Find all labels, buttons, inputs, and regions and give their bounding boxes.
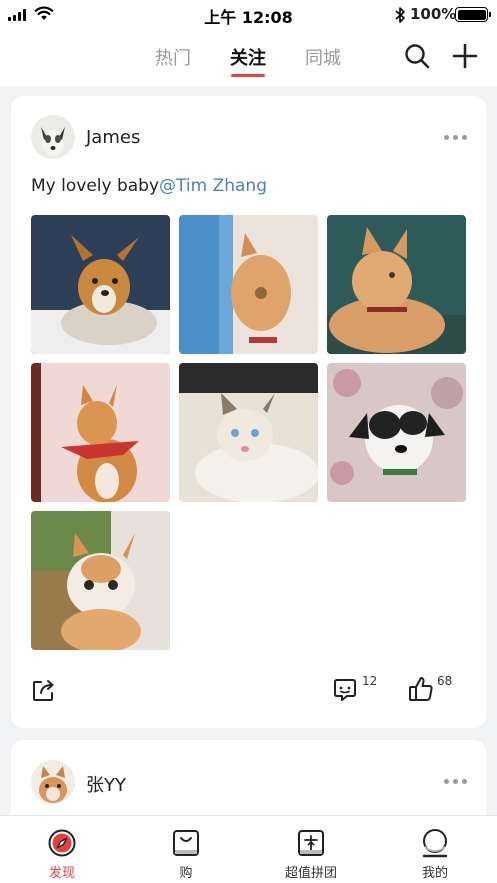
avatar[interactable] [31,115,75,159]
post-author-name[interactable]: James [86,127,140,148]
photo-cat-siamese[interactable] [179,363,318,502]
photo-dog-puppy[interactable] [31,215,170,354]
like-count: 68 [437,674,453,688]
tab-profile[interactable]: 我的 [373,816,497,883]
shopping-bag-icon [173,830,199,856]
more-icon[interactable] [444,135,467,140]
photo-cat-kitten-looking-up[interactable] [31,511,170,650]
tab-discover[interactable]: 发现 [0,816,124,883]
like-icon[interactable] [407,675,435,703]
comment-count: 12 [362,674,378,688]
tab-label: 超值拼团 [284,866,337,881]
comment-icon[interactable] [331,676,359,704]
search-icon[interactable] [403,42,431,70]
post-author-name[interactable]: 张YY [86,771,126,797]
avatar[interactable] [31,760,75,804]
photo-cat-red-bandana[interactable] [31,363,170,502]
photo-cat-orange-lying[interactable] [327,215,466,354]
tab-group-buy[interactable]: 超值拼团 [249,816,373,883]
tab-label: 我的 [421,866,448,881]
battery-percent: 100% [410,5,457,23]
post-text: My lovely baby@Tim Zhang [31,176,267,196]
mention-link[interactable]: @Tim Zhang [159,176,267,196]
group-buy-icon [298,830,324,856]
battery-icon [455,7,491,22]
plus-icon[interactable] [451,42,479,70]
post-card: James My lovely baby@Tim Zhang 12 68 [11,96,486,728]
bluetooth-icon [395,7,405,23]
more-icon[interactable] [444,779,467,784]
tab-following[interactable]: 关注 [230,44,266,70]
photo-dog-black-white[interactable] [327,363,466,502]
status-bar: 上午 12:08 100% [0,0,497,30]
compass-icon [48,829,76,857]
active-tab-indicator [231,74,265,77]
bottom-tab-bar: 发现 购 超值拼团 我的 [0,815,497,883]
tab-shop[interactable]: 购 [124,816,248,883]
profile-icon [422,829,448,858]
tab-label: 发现 [48,866,75,881]
share-icon[interactable] [31,677,57,703]
top-nav: 热门 关注 同城 [0,30,497,86]
tab-local[interactable]: 同城 [305,44,341,70]
tab-label: 购 [179,866,193,881]
post-caption: My lovely baby [31,176,160,196]
tab-hot[interactable]: 热门 [155,44,191,70]
photo-cat-orange-window[interactable] [179,215,318,354]
